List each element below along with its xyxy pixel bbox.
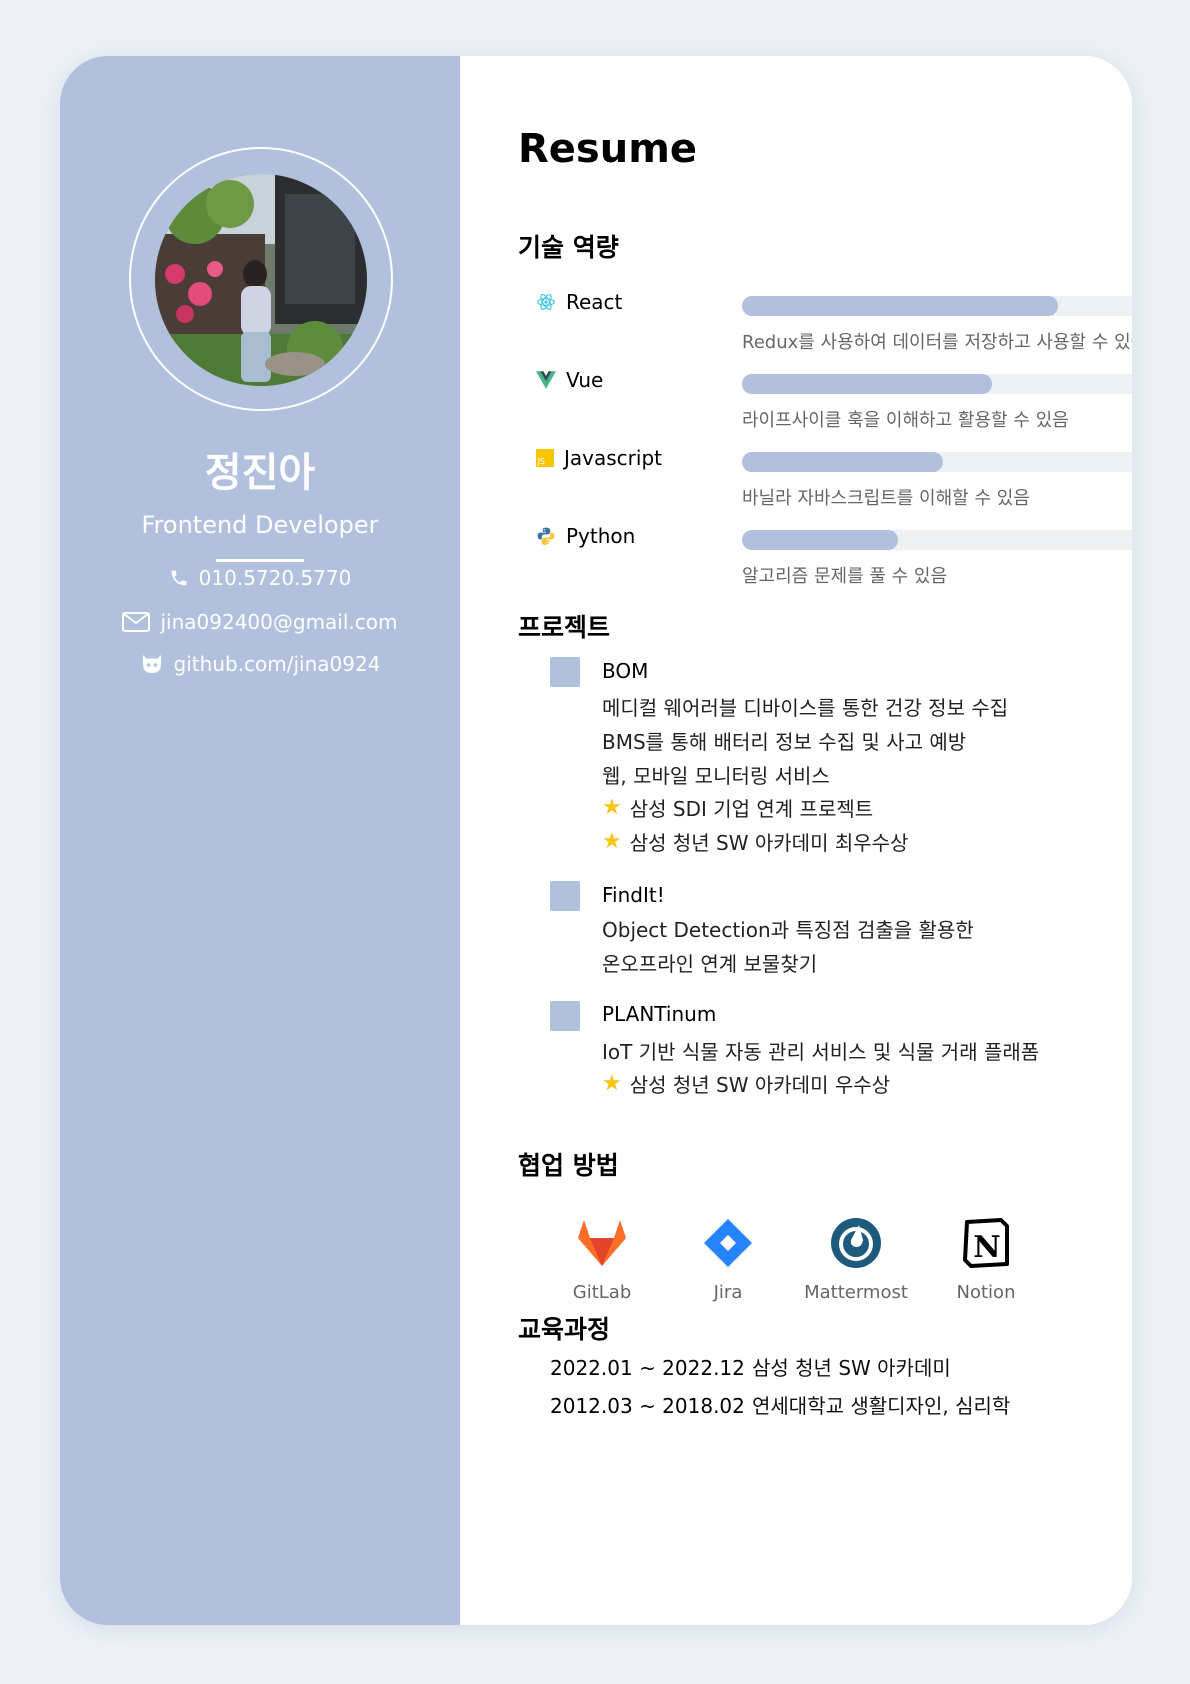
- tool-gitlab: GitLab: [542, 1216, 662, 1303]
- python-icon: [537, 527, 555, 546]
- education-school: 연세대학교 생활디자인, 심리학: [752, 1394, 1011, 1418]
- star-icon: ★: [602, 795, 622, 820]
- award-text: 삼성 청년 SW 아카데미 최우수상: [629, 831, 909, 855]
- project-line: 메디컬 웨어러블 디바이스를 통한 건강 정보 수집: [602, 696, 1009, 720]
- skill-bar-fill: [742, 530, 898, 550]
- project-title-plantinum: PLANTinum: [602, 1002, 717, 1026]
- skill-react: React: [536, 290, 622, 314]
- skill-desc: 라이프사이클 훅을 이해하고 활용할 수 있음: [742, 410, 1069, 431]
- award-text: 삼성 SDI 기업 연계 프로젝트: [629, 797, 874, 821]
- award-text: 삼성 청년 SW 아카데미 우수상: [629, 1073, 891, 1097]
- project-title-findit: FindIt!: [602, 883, 665, 907]
- tool-label: Notion: [956, 1282, 1016, 1303]
- skill-bar-fill: [742, 296, 1058, 316]
- education-period: 2012.03 ~ 2018.02: [550, 1394, 745, 1418]
- page-title: Resume: [518, 126, 698, 172]
- profile-sidebar: 정진아 Frontend Developer 010.5720.5770 jin…: [60, 56, 460, 1625]
- skill-bar: [742, 296, 1132, 316]
- phone-text: 010.5720.5770: [198, 566, 352, 590]
- github-contact[interactable]: github.com/jina0924: [60, 652, 460, 676]
- skill-bar-fill: [742, 374, 993, 394]
- project-line: 웹, 모바일 모니터링 서비스: [602, 764, 830, 788]
- skill-bar: [742, 530, 1132, 550]
- education-heading: 교육과정: [518, 1315, 611, 1344]
- svg-text:N: N: [973, 1230, 1000, 1265]
- tool-mattermost: Mattermost: [796, 1216, 916, 1303]
- education-row: 2012.03 ~ 2018.02 연세대학교 생활디자인, 심리학: [550, 1390, 1010, 1419]
- project-marker: [550, 657, 580, 687]
- skill-bar: [742, 374, 1132, 394]
- skill-desc: 알고리즘 문제를 풀 수 있음: [742, 566, 948, 587]
- profile-role: Frontend Developer: [141, 511, 379, 539]
- project-marker: [550, 1001, 580, 1031]
- education-row: 2022.01 ~ 2022.12 삼성 청년 SW 아카데미: [550, 1352, 951, 1381]
- project-award: ★ 삼성 SDI 기업 연계 프로젝트: [602, 793, 873, 822]
- jira-icon: [704, 1219, 752, 1267]
- skill-name-label: Vue: [566, 368, 604, 392]
- email-text: jina092400@gmail.com: [160, 610, 398, 634]
- divider: [216, 559, 304, 562]
- javascript-icon: JS: [536, 449, 554, 467]
- gitlab-icon: [578, 1220, 626, 1266]
- collab-heading: 협업 방법: [518, 1151, 619, 1180]
- star-icon: ★: [602, 1071, 622, 1096]
- project-line: 온오프라인 연계 보물찾기: [602, 952, 818, 976]
- project-line: IoT 기반 식물 자동 관리 서비스 및 식물 거래 플래폼: [602, 1040, 1040, 1064]
- phone-icon: [171, 570, 187, 586]
- profile-name: 정진아: [204, 450, 316, 496]
- svg-text:JS: JS: [537, 457, 545, 466]
- projects-heading: 프로젝트: [518, 613, 611, 642]
- resume-card: 정진아 Frontend Developer 010.5720.5770 jin…: [60, 56, 1132, 1625]
- project-line: Object Detection과 특징점 검출을 활용한: [602, 918, 974, 942]
- skill-javascript: JS Javascript: [536, 446, 662, 470]
- tool-label: Mattermost: [804, 1282, 908, 1303]
- skill-python: Python: [536, 524, 635, 548]
- skill-name-label: Python: [566, 524, 636, 548]
- skills-heading: 기술 역량: [518, 233, 619, 262]
- education-school: 삼성 청년 SW 아카데미: [752, 1356, 951, 1380]
- skill-desc: Redux를 사용하여 데이터를 저장하고 사용할 수 있음: [742, 332, 1132, 353]
- tool-label: Jira: [713, 1282, 743, 1303]
- mattermost-icon: [831, 1218, 881, 1268]
- project-line: BMS를 통해 배터리 정보 수집 및 사고 예방: [602, 730, 967, 754]
- skill-bar-fill: [742, 452, 943, 472]
- mail-icon: [122, 612, 151, 632]
- project-award: ★ 삼성 청년 SW 아카데미 최우수상: [602, 827, 908, 856]
- education-period: 2022.01 ~ 2022.12: [550, 1356, 745, 1380]
- github-icon: [142, 655, 161, 673]
- profile-photo: [155, 174, 367, 386]
- skill-name-label: Javascript: [564, 446, 662, 470]
- vue-icon: [536, 371, 556, 389]
- tool-label: GitLab: [572, 1282, 632, 1303]
- resume-main: Resume 기술 역량 React Redux를 사용하여 데이터를 저장하고…: [460, 56, 1132, 1625]
- github-text: github.com/jina0924: [173, 652, 381, 676]
- star-icon: ★: [602, 829, 622, 854]
- skill-name-label: React: [566, 290, 623, 314]
- project-award: ★ 삼성 청년 SW 아카데미 우수상: [602, 1069, 890, 1098]
- notion-icon: N: [963, 1218, 1009, 1268]
- skill-bar: [742, 452, 1132, 472]
- skill-desc: 바닐라 자바스크립트를 이해할 수 있음: [742, 488, 1030, 509]
- tool-jira: Jira: [668, 1216, 788, 1303]
- project-marker: [550, 881, 580, 911]
- phone-contact[interactable]: 010.5720.5770: [60, 566, 460, 590]
- project-title-bom: BOM: [602, 659, 649, 683]
- react-icon: [537, 294, 555, 310]
- skill-vue: Vue: [536, 368, 603, 392]
- tool-notion: N Notion: [926, 1216, 1046, 1303]
- email-contact[interactable]: jina092400@gmail.com: [60, 610, 460, 634]
